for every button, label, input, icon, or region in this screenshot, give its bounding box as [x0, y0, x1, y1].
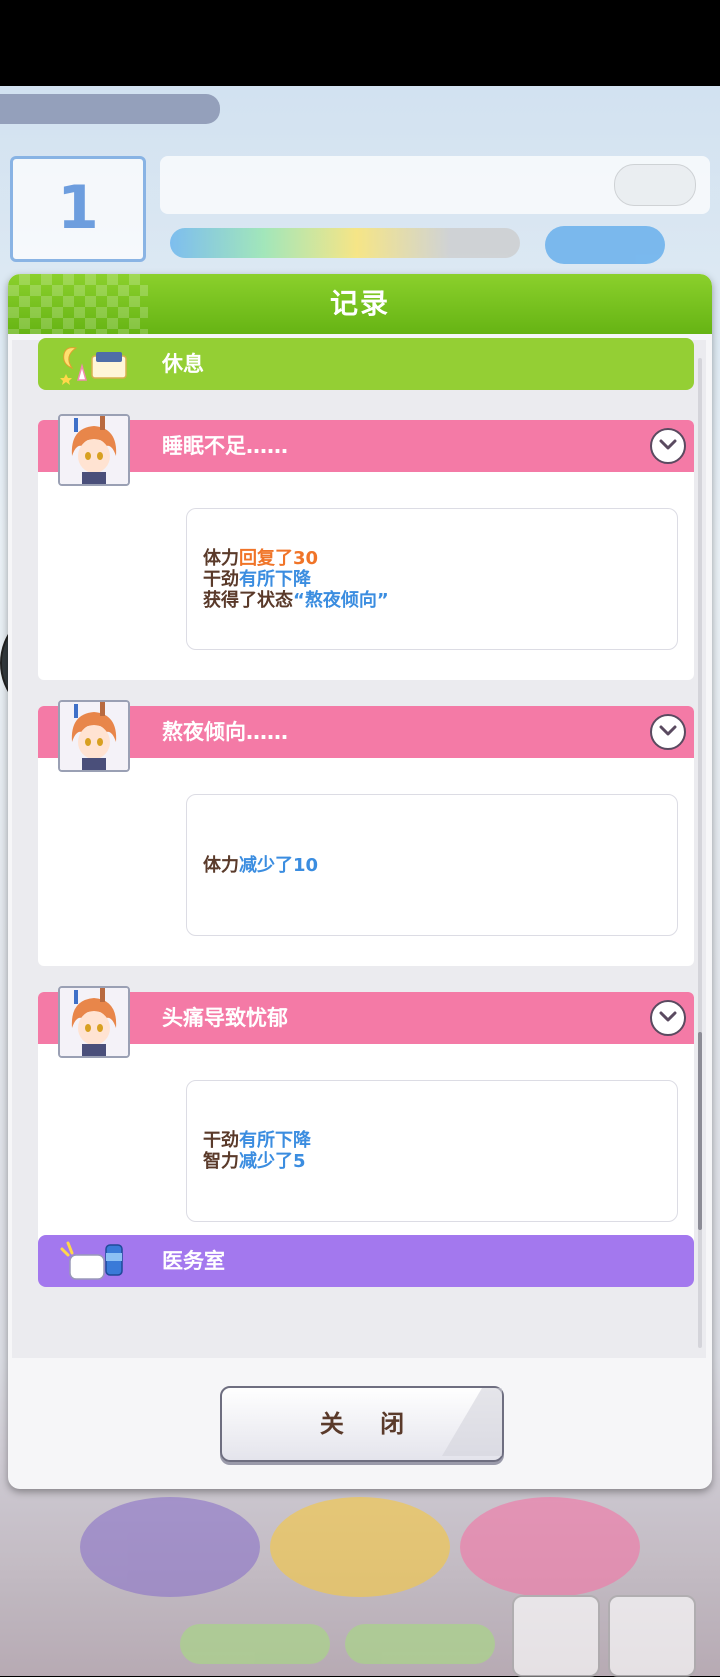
character-avatar	[58, 700, 130, 772]
hud-tab	[0, 94, 220, 124]
menu-square	[512, 1595, 600, 1677]
event-card: 头痛导致忧郁 干劲有所下降 智力减少了5	[38, 986, 694, 1252]
chevron-down-icon[interactable]	[650, 714, 686, 750]
menu-bubble	[270, 1497, 450, 1597]
event-title: 头痛导致忧郁	[162, 1006, 288, 1030]
event-card: 熬夜倾向…… 体力减少了10	[38, 700, 694, 966]
game-bottom-menu	[0, 1489, 720, 1677]
character-avatar	[58, 986, 130, 1058]
menu-square	[608, 1595, 696, 1677]
category-rest-label: 休息	[162, 352, 204, 376]
event-title: 睡眠不足……	[162, 434, 288, 458]
menu-pill	[345, 1624, 495, 1664]
event-detail-box: 体力回复了30 干劲有所下降 获得了状态“熬夜倾向”	[186, 508, 678, 650]
event-header[interactable]: 睡眠不足……	[38, 420, 694, 472]
game-hud: 1	[0, 86, 720, 276]
event-effect-line: 干劲有所下降	[203, 1130, 311, 1151]
record-list[interactable]: 休息 睡眠不足…… 体力回复了30 干劲有所下降 获得了状态“熬夜倾向” 熬夜倾…	[12, 338, 706, 1358]
rest-icon	[60, 347, 127, 385]
event-detail-box: 体力减少了10	[186, 794, 678, 936]
hud-action-button	[545, 226, 665, 264]
scrollbar-thumb[interactable]	[698, 1032, 702, 1230]
status-bar	[0, 0, 720, 86]
event-effect-line: 体力减少了10	[203, 854, 319, 876]
menu-bubble	[460, 1497, 640, 1597]
turn-counter: 1	[10, 156, 146, 262]
chevron-down-icon[interactable]	[650, 1000, 686, 1036]
menu-pill	[180, 1624, 330, 1664]
event-effect-line: 体力回复了30	[203, 547, 319, 569]
category-medical-label: 医务室	[162, 1249, 225, 1273]
event-effect-line: 智力减少了5	[203, 1151, 306, 1172]
event-header[interactable]: 头痛导致忧郁	[38, 992, 694, 1044]
close-button-label: 关 闭	[319, 1410, 419, 1438]
close-button[interactable]: 关 闭	[220, 1386, 504, 1462]
category-medical: 医务室	[38, 1235, 694, 1287]
event-title: 熬夜倾向……	[162, 720, 288, 744]
turn-number: 1	[57, 173, 99, 243]
dialog-header: 记录	[8, 274, 712, 334]
character-avatar	[58, 414, 130, 486]
event-detail-box: 干劲有所下降 智力减少了5	[186, 1080, 678, 1222]
event-effect-line: 获得了状态“熬夜倾向”	[203, 589, 389, 611]
category-rest: 休息	[38, 338, 694, 390]
event-effect-line: 干劲有所下降	[203, 568, 311, 590]
goal-panel	[160, 156, 710, 214]
chevron-down-icon[interactable]	[650, 428, 686, 464]
energy-bar	[170, 228, 520, 258]
event-header[interactable]: 熬夜倾向……	[38, 706, 694, 758]
record-dialog: 记录 休息 睡眠不足…… 体力回复了30 干劲有所下降 获得了状态“熬夜倾向” …	[8, 274, 712, 1489]
menu-bubble	[80, 1497, 260, 1597]
goal-button	[614, 164, 696, 206]
event-card: 睡眠不足…… 体力回复了30 干劲有所下降 获得了状态“熬夜倾向”	[38, 414, 694, 680]
medical-icon	[60, 1241, 123, 1280]
dialog-title: 记录	[329, 287, 390, 320]
